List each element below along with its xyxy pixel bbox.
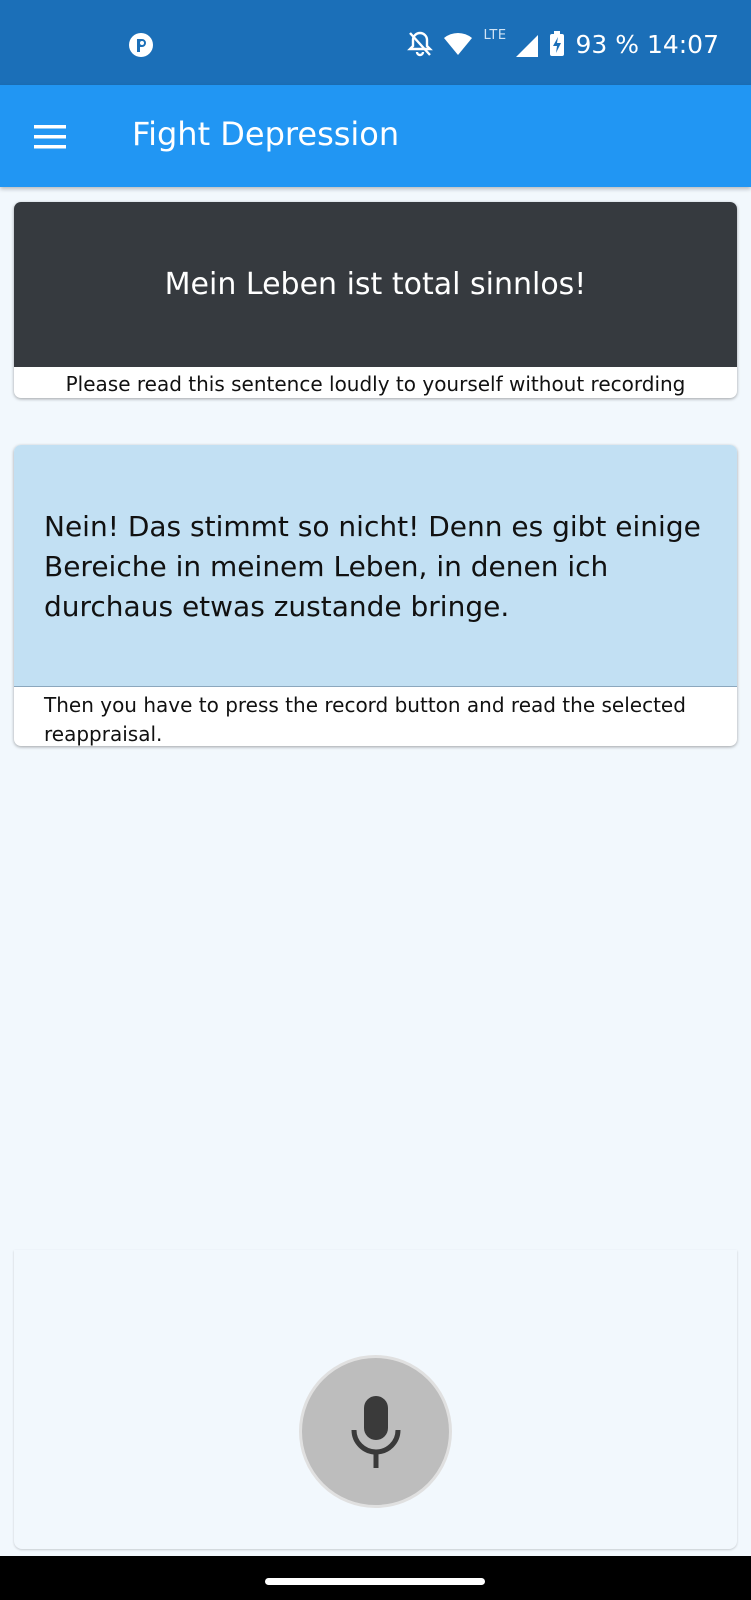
app-notification-icon [129,33,153,57]
record-instruction: Then you have to press the record button… [44,693,686,746]
negative-sentence-panel: Mein Leben ist total sinnlos! [14,202,737,367]
battery-and-clock: 93 % 14:07 [575,29,719,59]
status-bar: LTE 93 % 14:07 [0,0,751,85]
record-button[interactable] [299,1355,452,1508]
app-screen: LTE 93 % 14:07 Fight Depression Mein Leb… [0,0,751,1600]
mobile-network: LTE [483,24,539,64]
app-bar: Fight Depression [0,85,751,187]
negative-sentence-text: Mein Leben ist total sinnlos! [164,267,587,302]
status-icons: LTE 93 % 14:07 [407,24,719,64]
hamburger-menu-icon [34,125,66,149]
read-instruction: Please read this sentence loudly to your… [65,372,686,396]
home-indicator[interactable] [265,1578,485,1585]
notifications-off-icon [407,31,434,57]
signal-icon [516,35,539,57]
negative-sentence-card: Mein Leben ist total sinnlos! Please rea… [14,202,737,398]
wifi-icon [444,32,473,55]
reappraisal-panel: Nein! Das stimmt so nicht! Denn es gibt … [14,445,737,687]
lte-label: LTE [483,28,507,43]
navigation-bar [0,1556,751,1600]
reappraisal-card[interactable]: Nein! Das stimmt so nicht! Denn es gibt … [14,445,737,746]
app-title: Fight Depression [132,115,400,153]
microphone-icon [351,1395,400,1468]
reappraisal-text: Nein! Das stimmt so nicht! Denn es gibt … [44,510,701,623]
menu-button[interactable] [24,111,76,163]
battery-charging-icon [550,31,565,56]
